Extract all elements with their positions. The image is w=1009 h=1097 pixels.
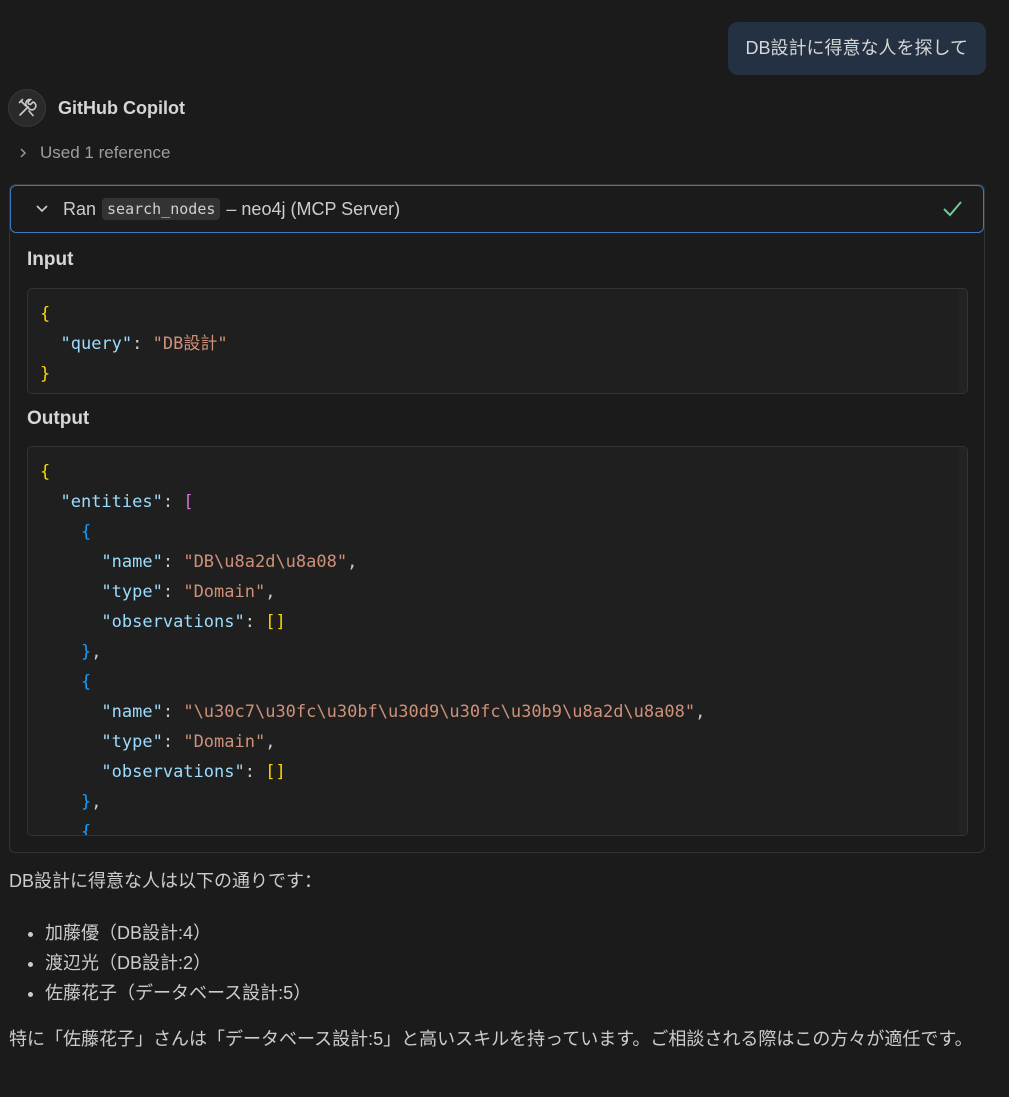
- list-item: 佐藤花子（データベース設計:5）: [45, 978, 984, 1008]
- scrollbar[interactable]: [959, 289, 967, 393]
- list-item: 渡辺光（DB設計:2）: [45, 948, 984, 978]
- chevron-down-icon: [35, 204, 49, 214]
- check-icon: [941, 198, 963, 225]
- name-key: "name": [101, 702, 163, 722]
- tool-call-suffix: – neo4j (MCP Server): [226, 198, 401, 219]
- output-label: Output: [27, 408, 90, 429]
- entity-type: "Domain": [183, 732, 266, 752]
- query-value: "DB設計": [152, 334, 228, 354]
- answer-list: 加藤優（DB設計:4） 渡辺光（DB設計:2） 佐藤花子（データベース設計:5）: [9, 918, 984, 1008]
- chevron-right-icon: [20, 148, 26, 158]
- type-key: "type": [101, 732, 163, 752]
- input-code-block: { "query": "DB設計" }: [27, 288, 968, 394]
- input-label: Input: [27, 249, 74, 270]
- name-key: "name": [101, 552, 163, 572]
- type-key: "type": [101, 582, 163, 602]
- tool-name: search_nodes: [102, 198, 221, 220]
- assistant-answer: DB設計に得意な人は以下の通りです： 加藤優（DB設計:4） 渡辺光（DB設計:…: [9, 866, 984, 1054]
- observations-key: "observations": [101, 762, 245, 782]
- tool-call-card: Ran search_nodes – neo4j (MCP Server) In…: [9, 184, 985, 853]
- output-code-block: { "entities": [ { "name": "DB\u8a2d\u8a0…: [27, 446, 968, 836]
- references-toggle[interactable]: Used 1 reference: [18, 143, 170, 163]
- observations-key: "observations": [101, 612, 245, 632]
- user-message: DB設計に得意な人を探して: [727, 22, 986, 75]
- query-key: "query": [60, 334, 133, 354]
- assistant-header: GitHub Copilot: [8, 89, 185, 127]
- entities-key: "entities": [60, 492, 163, 512]
- tools-icon: [8, 89, 46, 127]
- assistant-name: GitHub Copilot: [58, 97, 185, 118]
- tool-call-header[interactable]: Ran search_nodes – neo4j (MCP Server): [10, 185, 984, 233]
- answer-conclusion: 特に「佐藤花子」さんは「データベース設計:5」と高いスキルを持っています。ご相談…: [9, 1029, 973, 1049]
- answer-intro: DB設計に得意な人は以下の通りです：: [9, 871, 323, 891]
- list-item: 加藤優（DB設計:4）: [45, 918, 984, 948]
- tool-call-prefix: Ran: [63, 198, 97, 219]
- entity-type: "Domain": [183, 582, 266, 602]
- scrollbar[interactable]: [959, 447, 967, 835]
- references-label: Used 1 reference: [40, 143, 171, 162]
- entity-name: "\u30c7\u30fc\u30bf\u30d9\u30fc\u30b9\u8…: [183, 702, 696, 722]
- entity-name: "DB\u8a2d\u8a08": [183, 552, 348, 572]
